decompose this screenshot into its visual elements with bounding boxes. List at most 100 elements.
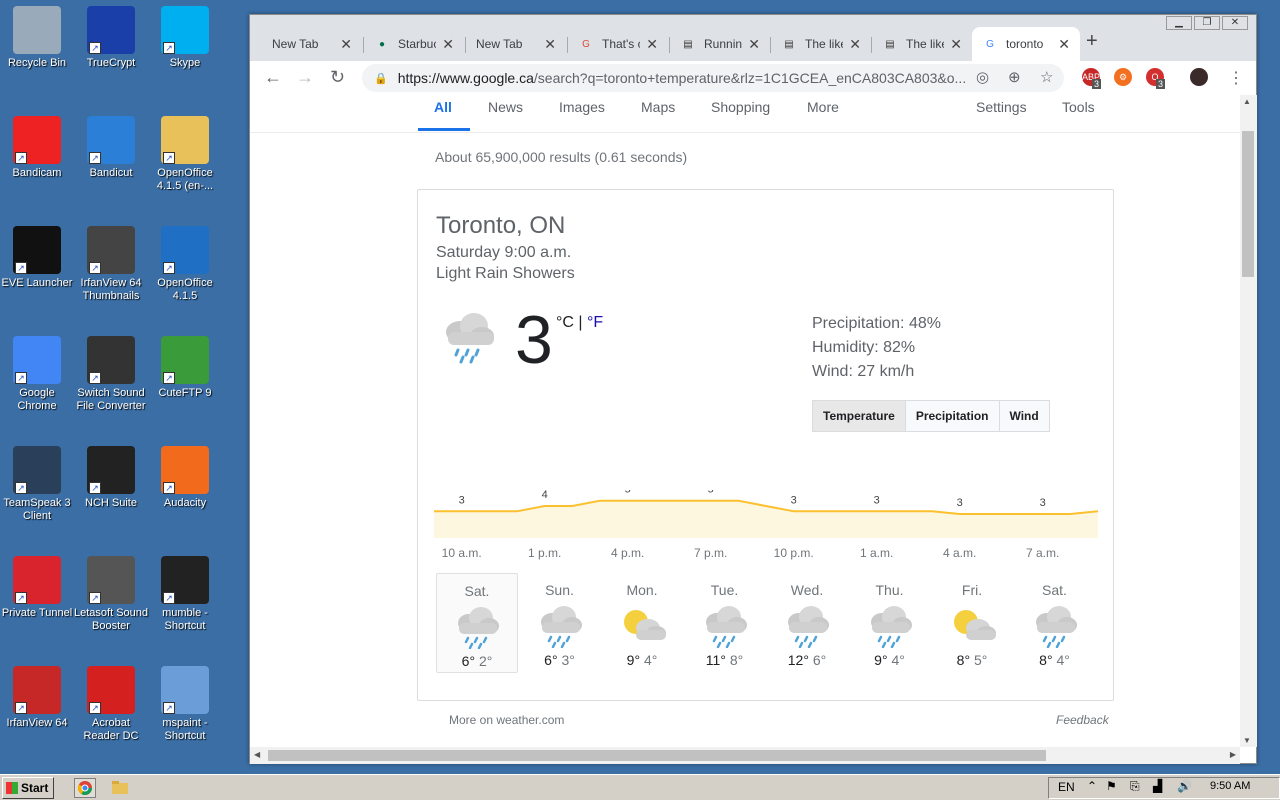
desktop-shortcut[interactable]: ↗ Audacity	[148, 446, 222, 510]
vertical-scroll-thumb[interactable]	[1242, 131, 1254, 277]
forecast-day[interactable]: Thu. 9° 4°	[849, 573, 931, 673]
unit-celsius[interactable]: °C	[556, 314, 574, 331]
scroll-right-icon[interactable]: ▶	[1230, 750, 1236, 759]
desktop-shortcut[interactable]: ↗ OpenOffice 4.1.5	[148, 226, 222, 303]
desktop-shortcut[interactable]: ↗ Acrobat Reader DC	[74, 666, 148, 743]
forecast-day[interactable]: Fri. 8° 5°	[931, 573, 1013, 673]
scroll-left-icon[interactable]: ◀	[254, 750, 260, 759]
tab-close-icon[interactable]: ✕	[748, 36, 760, 53]
tab-close-icon[interactable]: ✕	[340, 36, 352, 53]
bookmark-star-icon[interactable]: ☆	[1040, 68, 1053, 86]
browser-tab[interactable]: G That's c ✕	[568, 27, 668, 61]
taskbar-explorer-folder-icon[interactable]	[110, 778, 132, 798]
desktop-shortcut[interactable]: ↗ CuteFTP 9	[148, 336, 222, 400]
desktop-shortcut[interactable]: ↗ EVE Launcher	[0, 226, 74, 290]
desktop-shortcut[interactable]: ↗ IrfanView 64	[0, 666, 74, 730]
browser-tab[interactable]: ● Starbucks ✕	[364, 27, 464, 61]
temperature-tab[interactable]: Temperature	[813, 401, 906, 431]
tab-close-icon[interactable]: ✕	[646, 36, 658, 53]
temperature-point-label: 4	[542, 490, 548, 501]
desktop-shortcut[interactable]: ↗ IrfanView 64 Thumbnails	[74, 226, 148, 303]
feedback-link[interactable]: Feedback	[1056, 713, 1109, 727]
folder-icon: ↗	[161, 116, 209, 164]
desktop-shortcut[interactable]: ↗ Bandicut	[74, 116, 148, 180]
desktop-shortcut[interactable]: ↗ Private Tunnel	[0, 556, 74, 620]
address-bar[interactable]: 🔒 https://www.google.ca/search?q=toronto…	[362, 64, 1064, 92]
forecast-day[interactable]: Tue. 11° 8°	[684, 573, 766, 673]
desktop-shortcut[interactable]: ↗ mspaint - Shortcut	[148, 666, 222, 743]
desktop-shortcut[interactable]: ↗ Bandicam	[0, 116, 74, 180]
zoom-icon[interactable]: ⊕	[1008, 68, 1021, 86]
desktop-shortcut[interactable]: ↗ TrueCrypt	[74, 6, 148, 70]
desktop-shortcut[interactable]: ↗ TeamSpeak 3 Client	[0, 446, 74, 523]
tab-settings[interactable]: Settings	[976, 99, 1027, 115]
desktop-shortcut[interactable]: ↗ Switch Sound File Converter	[74, 336, 148, 413]
weather-condition: Light Rain Showers	[436, 265, 575, 282]
wind-tab[interactable]: Wind	[999, 401, 1049, 431]
tab-close-icon[interactable]: ✕	[442, 36, 454, 53]
browser-tab[interactable]: New Tab ✕	[262, 27, 362, 61]
shortcut-arrow-icon: ↗	[163, 372, 175, 384]
desktop-shortcut[interactable]: ↗ Skype	[148, 6, 222, 70]
weather-location[interactable]: Toronto, ON	[436, 212, 565, 240]
desktop-shortcut[interactable]: Recycle Bin	[0, 6, 74, 70]
tab-all[interactable]: All	[434, 99, 452, 115]
start-button[interactable]: Start	[2, 777, 54, 799]
day-high: 6°	[544, 652, 558, 668]
profile-avatar[interactable]	[1190, 68, 1208, 86]
scroll-down-icon[interactable]: ▼	[1243, 736, 1251, 745]
tab-close-icon[interactable]: ✕	[544, 36, 556, 53]
language-indicator[interactable]: EN	[1058, 780, 1075, 794]
tab-maps[interactable]: Maps	[641, 99, 675, 115]
more-on-weather-link[interactable]: More on weather.com	[449, 713, 564, 727]
browser-tab[interactable]: ▤ Running ✕	[670, 27, 770, 61]
minimize-button[interactable]: ▁	[1166, 16, 1192, 30]
precipitation-tab[interactable]: Precipitation	[905, 401, 1000, 431]
tab-active[interactable]: Gtoronto ✕	[972, 27, 1080, 61]
day-high: 6°	[461, 653, 476, 669]
tab-shopping[interactable]: Shopping	[711, 99, 770, 115]
unit-fahrenheit[interactable]: °F	[587, 314, 603, 331]
forecast-day[interactable]: Sun. 6° 3°	[519, 573, 601, 673]
close-window-button[interactable]: ✕	[1222, 16, 1248, 30]
forecast-day[interactable]: Sat. 6° 2°	[436, 573, 518, 673]
show-hidden-icons-icon[interactable]: ⌃	[1087, 779, 1097, 793]
shortcut-arrow-icon: ↗	[15, 262, 27, 274]
network-icon[interactable]: ▟	[1153, 779, 1162, 793]
vertical-scrollbar[interactable]: ▲ ▼	[1240, 95, 1257, 747]
reload-icon[interactable]: ↻	[330, 67, 345, 88]
menu-kebab-icon[interactable]: ⋮	[1228, 68, 1244, 88]
desktop-shortcut[interactable]: ↗ NCH Suite	[74, 446, 148, 510]
tab-images[interactable]: Images	[559, 99, 605, 115]
new-tab-button[interactable]: +	[1086, 30, 1098, 53]
forecast-day[interactable]: Wed. 12° 6°	[766, 573, 848, 673]
desktop-shortcut[interactable]: ↗ mumble - Shortcut	[148, 556, 222, 633]
browser-tab[interactable]: ▤ The like ✕	[771, 27, 871, 61]
tab-close-icon[interactable]: ✕	[849, 36, 861, 53]
location-icon[interactable]: ◎	[976, 68, 989, 86]
taskbar-chrome-button[interactable]	[74, 778, 96, 798]
browser-tab[interactable]: ▤ The like ✕	[872, 27, 972, 61]
desktop-shortcut[interactable]: ↗ Google Chrome	[0, 336, 74, 413]
clock[interactable]: 9:50 AM	[1210, 780, 1250, 792]
volume-icon[interactable]: 🔊	[1177, 779, 1192, 793]
tab-tools[interactable]: Tools	[1062, 99, 1095, 115]
forward-icon[interactable]: →	[296, 67, 314, 88]
forecast-day[interactable]: Mon. 9° 4°	[601, 573, 683, 673]
forecast-day[interactable]: Sat. 8° 4°	[1014, 573, 1096, 673]
desktop-shortcut[interactable]: ↗ Letasoft Sound Booster	[74, 556, 148, 633]
tab-news[interactable]: News	[488, 99, 523, 115]
back-icon[interactable]: ←	[264, 67, 282, 88]
tab-close-icon[interactable]: ✕	[950, 36, 962, 53]
horizontal-scrollbar[interactable]: ◀ ▶	[250, 747, 1240, 764]
maximize-button[interactable]: ❐	[1194, 16, 1220, 30]
tab-more[interactable]: More	[807, 99, 839, 115]
scroll-up-icon[interactable]: ▲	[1243, 97, 1251, 106]
flag-icon[interactable]: ⚑	[1106, 779, 1117, 793]
horizontal-scroll-thumb[interactable]	[268, 750, 1046, 761]
extension-icon[interactable]: ⚙	[1114, 68, 1132, 86]
browser-tab[interactable]: New Tab ✕	[466, 27, 566, 61]
usb-icon[interactable]: ⎘	[1130, 779, 1140, 794]
tab-close-icon[interactable]: ✕	[1058, 36, 1070, 53]
desktop-shortcut[interactable]: ↗ OpenOffice 4.1.5 (en-...	[148, 116, 222, 193]
